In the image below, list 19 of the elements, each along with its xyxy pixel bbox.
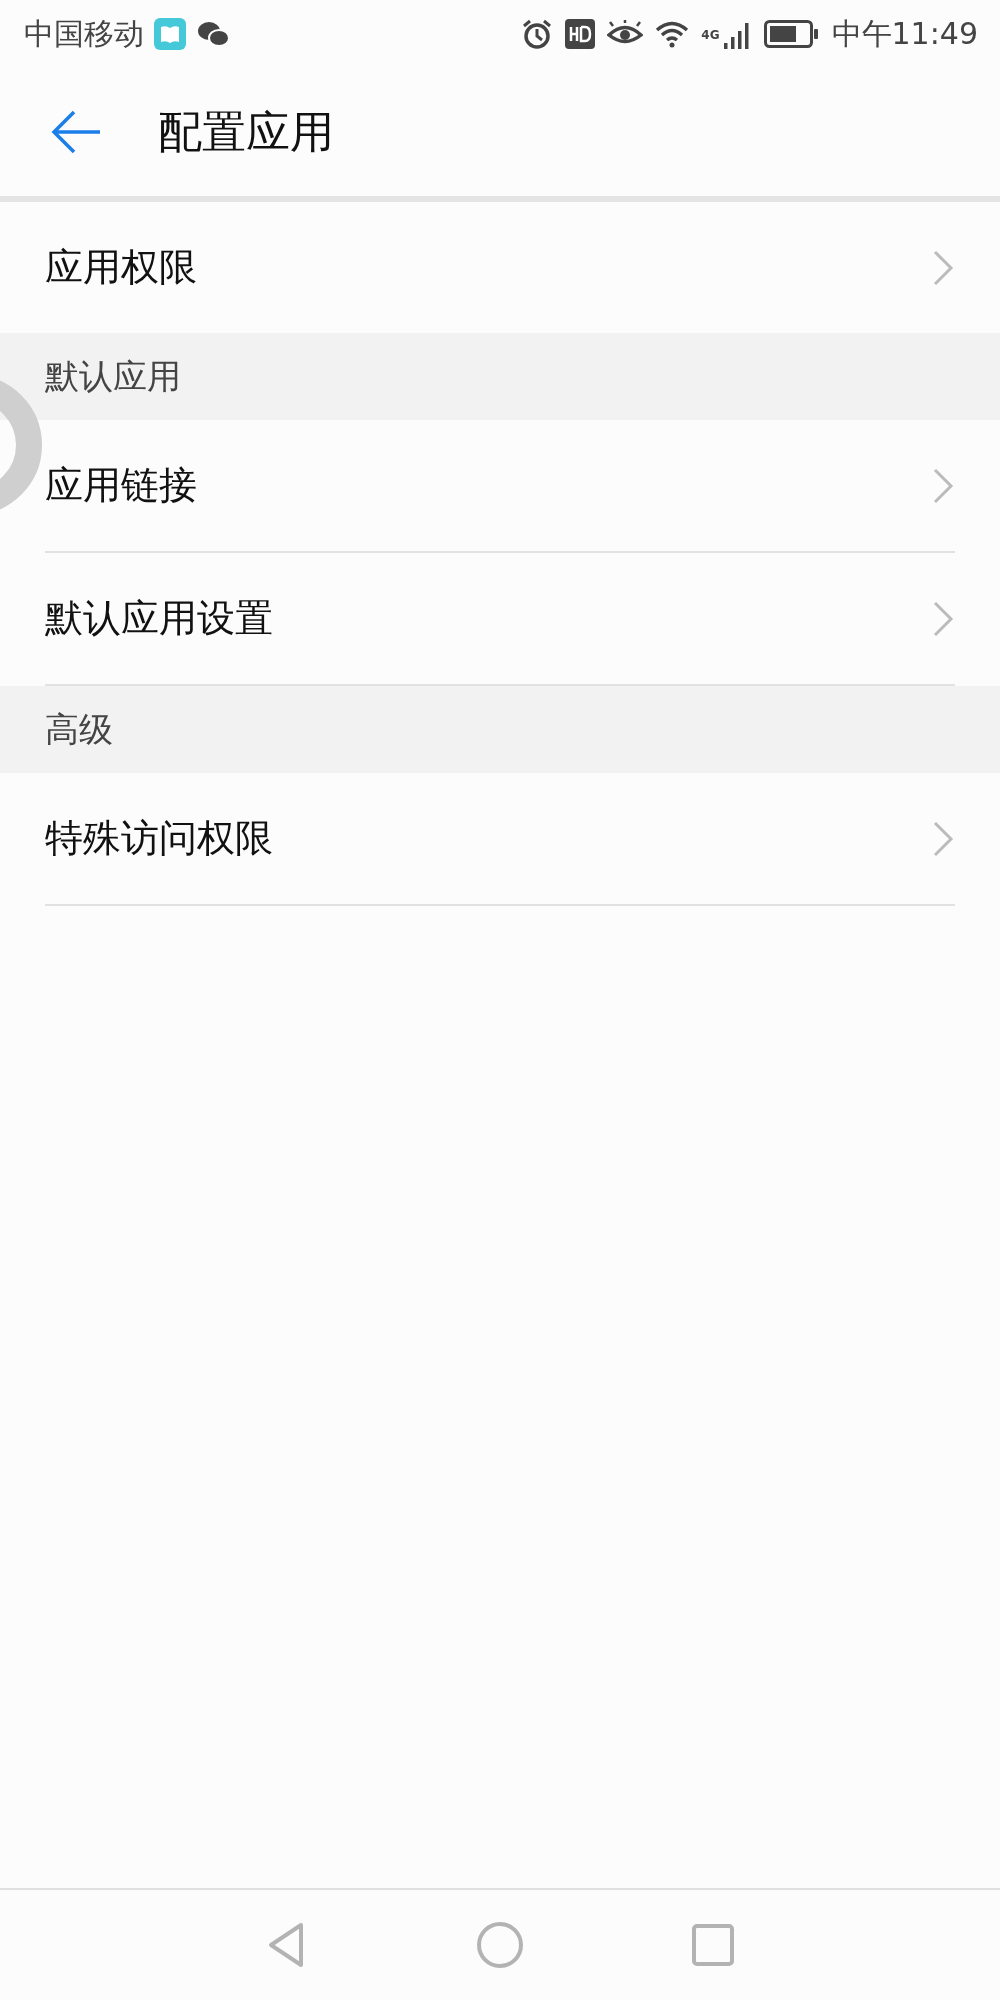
- item-label: 应用链接: [45, 462, 198, 509]
- battery-icon: [763, 20, 820, 48]
- item-label: 应用权限: [45, 244, 198, 291]
- section-header: 默认应用: [0, 333, 1000, 420]
- page-title: 配置应用: [158, 104, 334, 159]
- book-icon: [154, 18, 186, 50]
- settings-item[interactable]: 应用权限: [0, 202, 1000, 333]
- settings-item[interactable]: 特殊访问权限: [45, 773, 955, 906]
- settings-item[interactable]: 应用链接: [45, 420, 955, 553]
- alarm-icon: [521, 18, 554, 50]
- home-icon[interactable]: [474, 1919, 526, 1971]
- clock-time: 中午11:49: [831, 14, 978, 53]
- wifi-icon: [655, 20, 690, 48]
- carrier-name: 中国移动: [24, 14, 144, 53]
- network-type: 4G: [701, 27, 720, 42]
- item-label: 特殊访问权限: [45, 815, 274, 862]
- item-label: 默认应用设置: [45, 595, 274, 642]
- section-header: 高级: [0, 686, 1000, 773]
- hd-icon: [565, 19, 596, 49]
